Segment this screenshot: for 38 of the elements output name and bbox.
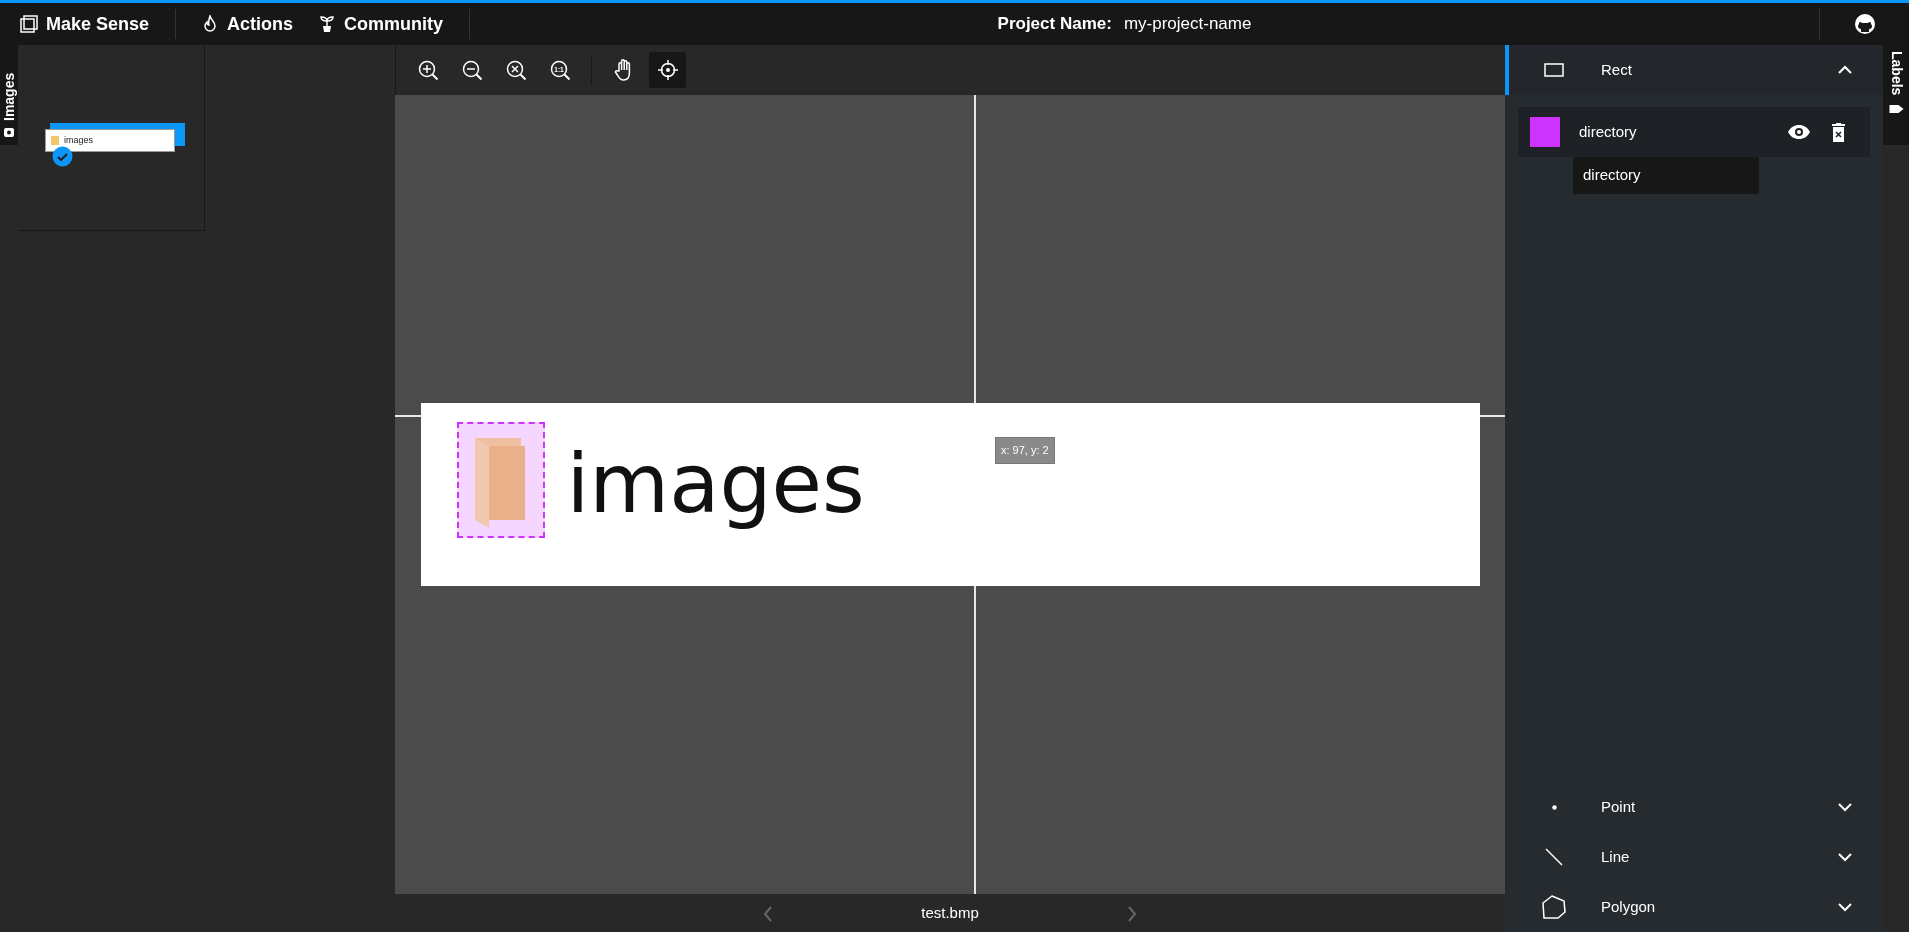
menu-link[interactable]: Community [319, 10, 443, 38]
image-caption: images [566, 435, 865, 533]
app-title: Make Sense [46, 12, 150, 36]
folder-icon [51, 136, 59, 145]
label-row[interactable]: directory [1518, 107, 1870, 157]
crosshair-icon [656, 59, 679, 81]
toolbar-button[interactable] [649, 52, 686, 88]
point-icon [1551, 804, 1557, 810]
chevron-left-icon [762, 904, 774, 923]
tool-section-header[interactable]: Polygon [1505, 882, 1883, 932]
tool-section-header[interactable]: Point [1505, 782, 1883, 832]
zoom-out-icon [460, 59, 483, 81]
tag-icon [1888, 102, 1904, 116]
panel-tab[interactable]: Labels [1883, 45, 1909, 145]
tool-section-header[interactable]: Rect [1505, 45, 1883, 95]
line-icon [1543, 846, 1565, 868]
dropdown-option[interactable]: directory [1573, 157, 1759, 194]
bounding-box[interactable] [456, 422, 545, 538]
project-name-field[interactable]: my-project-name [1123, 11, 1252, 37]
rectangle-icon [1543, 62, 1565, 78]
tool-section-header[interactable]: Line [1505, 832, 1883, 882]
panel-tab[interactable]: Images [0, 45, 18, 145]
squares-icon [20, 15, 38, 33]
camera-icon [3, 127, 15, 139]
polygon-icon [1541, 894, 1567, 920]
zoom-fit-icon [504, 59, 527, 81]
zoom-in-icon [416, 59, 439, 81]
file-name: test.bmp [920, 902, 980, 923]
eye-icon [1787, 124, 1811, 140]
project-name-label: Project Name: [997, 13, 1112, 36]
menu-link[interactable]: Actions [202, 10, 293, 38]
plant-icon [319, 15, 335, 33]
thumbnail-caption: images [64, 133, 93, 147]
cursor-coordinates-tooltip: x: 97, y: 2 [995, 437, 1055, 464]
label-color-swatch[interactable] [1530, 117, 1560, 147]
chevron-right-icon [1126, 904, 1138, 923]
trash-icon [1831, 122, 1846, 142]
flame-icon [202, 15, 218, 33]
